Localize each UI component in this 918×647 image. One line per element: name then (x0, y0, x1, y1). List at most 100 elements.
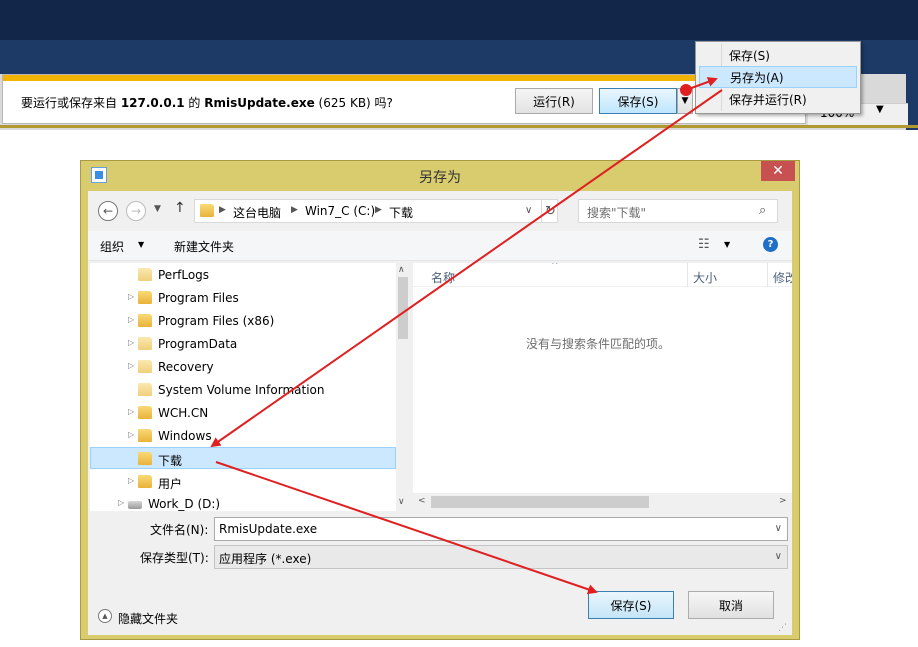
drive-icon (128, 501, 142, 509)
refresh-button[interactable]: ↻ (541, 200, 559, 222)
tree-item-drive-d[interactable]: ▷ Work_D (D:) (90, 493, 396, 511)
tree-item-downloads[interactable]: 下载 (90, 447, 396, 469)
chevron-down-icon[interactable]: ∨ (775, 551, 782, 562)
folder-icon (138, 314, 152, 327)
collapse-arrow-icon[interactable]: ▲ (98, 609, 112, 623)
breadcrumb-downloads[interactable]: 下载 (389, 204, 413, 221)
forward-button[interactable]: → (126, 201, 146, 221)
up-arrow-icon[interactable]: ↑ (174, 200, 186, 216)
back-button[interactable]: ← (98, 201, 118, 221)
tree-item-perflogs[interactable]: PerfLogs (90, 264, 396, 286)
breadcrumb-separator-icon[interactable]: ▶ (219, 205, 226, 215)
menu-item-save[interactable]: 保存(S) (699, 44, 857, 66)
close-button[interactable]: ✕ (761, 161, 795, 181)
expand-arrow-icon[interactable]: ▷ (128, 407, 134, 416)
chevron-down-icon[interactable]: ∨ (525, 205, 532, 216)
scroll-down-icon[interactable]: ∨ (398, 497, 405, 507)
tree-item-label: Program Files (158, 291, 239, 305)
menu-item-save-and-run[interactable]: 保存并运行(R) (699, 88, 857, 110)
expand-arrow-icon[interactable]: ▷ (128, 315, 134, 324)
breadcrumb-drive-c[interactable]: Win7_C (C:) (305, 204, 375, 218)
arrow-right-icon: → (130, 204, 142, 218)
browser-content-dark (0, 0, 918, 40)
filename-label: 文件名(N): (150, 523, 209, 537)
hide-folders-button[interactable]: 隐藏文件夹 (118, 610, 178, 627)
column-size[interactable]: 大小 (693, 269, 717, 286)
expand-arrow-icon[interactable]: ▷ (128, 292, 134, 301)
dialog-cancel-button[interactable]: 取消 (688, 591, 774, 619)
file-list: ^ 名称 大小 修改 没有与搜索条件匹配的项。 < > (413, 263, 792, 511)
save-as-dialog: 另存为 ✕ ← → ▼ ↑ ▶ 这台电脑 ▶ Win7_C (C:) ▶ 下载 … (80, 160, 800, 640)
dialog-title-bar[interactable]: 另存为 ✕ (81, 161, 799, 189)
tree-item-program-files[interactable]: ▷ Program Files (90, 287, 396, 309)
save-dropdown-button[interactable]: ▼ (677, 88, 693, 114)
expand-arrow-icon[interactable]: ▷ (128, 338, 134, 347)
folder-icon (138, 360, 152, 373)
tree-item-system-volume-information[interactable]: System Volume Information (90, 379, 396, 401)
resize-grip-icon[interactable]: ⋰ (778, 623, 787, 633)
chevron-down-icon[interactable]: ∨ (775, 523, 782, 534)
address-bar[interactable]: ▶ 这台电脑 ▶ Win7_C (C:) ▶ 下载 ∨ ↻ (194, 199, 558, 223)
breadcrumb-separator-icon[interactable]: ▶ (375, 205, 382, 215)
dialog-save-button[interactable]: 保存(S) (588, 591, 674, 619)
empty-list-message: 没有与搜索条件匹配的项。 (525, 337, 670, 351)
tree-item-programdata[interactable]: ▷ ProgramData (90, 333, 396, 355)
expand-arrow-icon[interactable]: ▷ (128, 476, 134, 485)
filetype-label: 保存类型(T): (140, 551, 209, 565)
save-button[interactable]: 保存(S) (599, 88, 677, 114)
download-notification-bar: 要运行或保存来自 127.0.0.1 的 RmisUpdate.exe (625… (2, 74, 806, 124)
tree-item-label: WCH.CN (158, 406, 209, 420)
new-folder-button[interactable]: 新建文件夹 (174, 238, 234, 255)
navigation-tree: PerfLogs ▷ Program Files ▷ Program Files… (90, 263, 410, 511)
folder-icon (138, 337, 152, 350)
view-options-icon[interactable]: ☷ (698, 237, 710, 252)
recent-locations-dropdown-icon[interactable]: ▼ (154, 204, 161, 214)
breadcrumb-separator-icon[interactable]: ▶ (291, 205, 298, 215)
sort-ascending-icon: ^ (551, 263, 559, 271)
tree-item-label: PerfLogs (158, 268, 210, 282)
list-scroll-thumb[interactable] (431, 496, 649, 508)
column-modified[interactable]: 修改 (773, 269, 792, 286)
column-divider[interactable] (687, 263, 688, 287)
expand-arrow-icon[interactable]: ▷ (128, 361, 134, 370)
scroll-left-icon[interactable]: < (418, 496, 426, 506)
tree-scroll-thumb[interactable] (398, 277, 408, 339)
tree-item-users[interactable]: ▷ 用户 (90, 471, 396, 493)
search-placeholder: 搜索"下载" (587, 206, 647, 220)
tree-item-label: Work_D (D:) (148, 497, 221, 511)
breadcrumb-this-pc[interactable]: 这台电脑 (233, 204, 281, 221)
run-button[interactable]: 运行(R) (515, 88, 593, 114)
chevron-down-icon[interactable]: ▼ (138, 240, 144, 249)
folder-icon (138, 429, 152, 442)
tree-item-windows[interactable]: ▷ Windows (90, 425, 396, 447)
folder-icon (138, 291, 152, 304)
expand-arrow-icon[interactable]: ▷ (128, 430, 134, 439)
filetype-select[interactable]: 应用程序 (*.exe) ∨ (214, 545, 788, 569)
folder-icon (138, 475, 152, 488)
expand-arrow-icon[interactable]: ▷ (118, 498, 124, 507)
prompt-filename: RmisUpdate.exe (204, 96, 315, 110)
organize-menu-button[interactable]: 组织 (100, 238, 124, 255)
tree-item-wch-cn[interactable]: ▷ WCH.CN (90, 402, 396, 424)
column-name[interactable]: 名称 (431, 269, 455, 286)
list-horizontal-scrollbar[interactable]: < > (413, 493, 792, 511)
tree-item-label: 用户 (158, 477, 183, 491)
tree-item-recovery[interactable]: ▷ Recovery (90, 356, 396, 378)
tree-item-label: ProgramData (158, 337, 238, 351)
chevron-down-icon: ▼ (681, 96, 689, 106)
close-icon: ✕ (772, 163, 784, 179)
refresh-icon: ↻ (545, 203, 556, 219)
menu-item-save-as[interactable]: 另存为(A) (699, 66, 857, 88)
tree-item-program-files-x86[interactable]: ▷ Program Files (x86) (90, 310, 396, 332)
help-icon[interactable]: ? (763, 237, 778, 252)
search-input[interactable]: 搜索"下载" ⌕ (578, 199, 778, 223)
download-prompt-text: 要运行或保存来自 127.0.0.1 的 RmisUpdate.exe (625… (21, 94, 393, 111)
dialog-title: 另存为 (419, 170, 461, 186)
column-divider[interactable] (767, 263, 768, 287)
zoom-dropdown-icon[interactable]: ▼ (876, 104, 884, 115)
chevron-down-icon[interactable]: ▼ (724, 240, 730, 249)
scroll-right-icon[interactable]: > (779, 496, 787, 506)
scroll-up-icon[interactable]: ∧ (398, 265, 405, 275)
filename-input[interactable]: RmisUpdate.exe ∨ (214, 517, 788, 541)
search-icon[interactable]: ⌕ (759, 203, 766, 218)
